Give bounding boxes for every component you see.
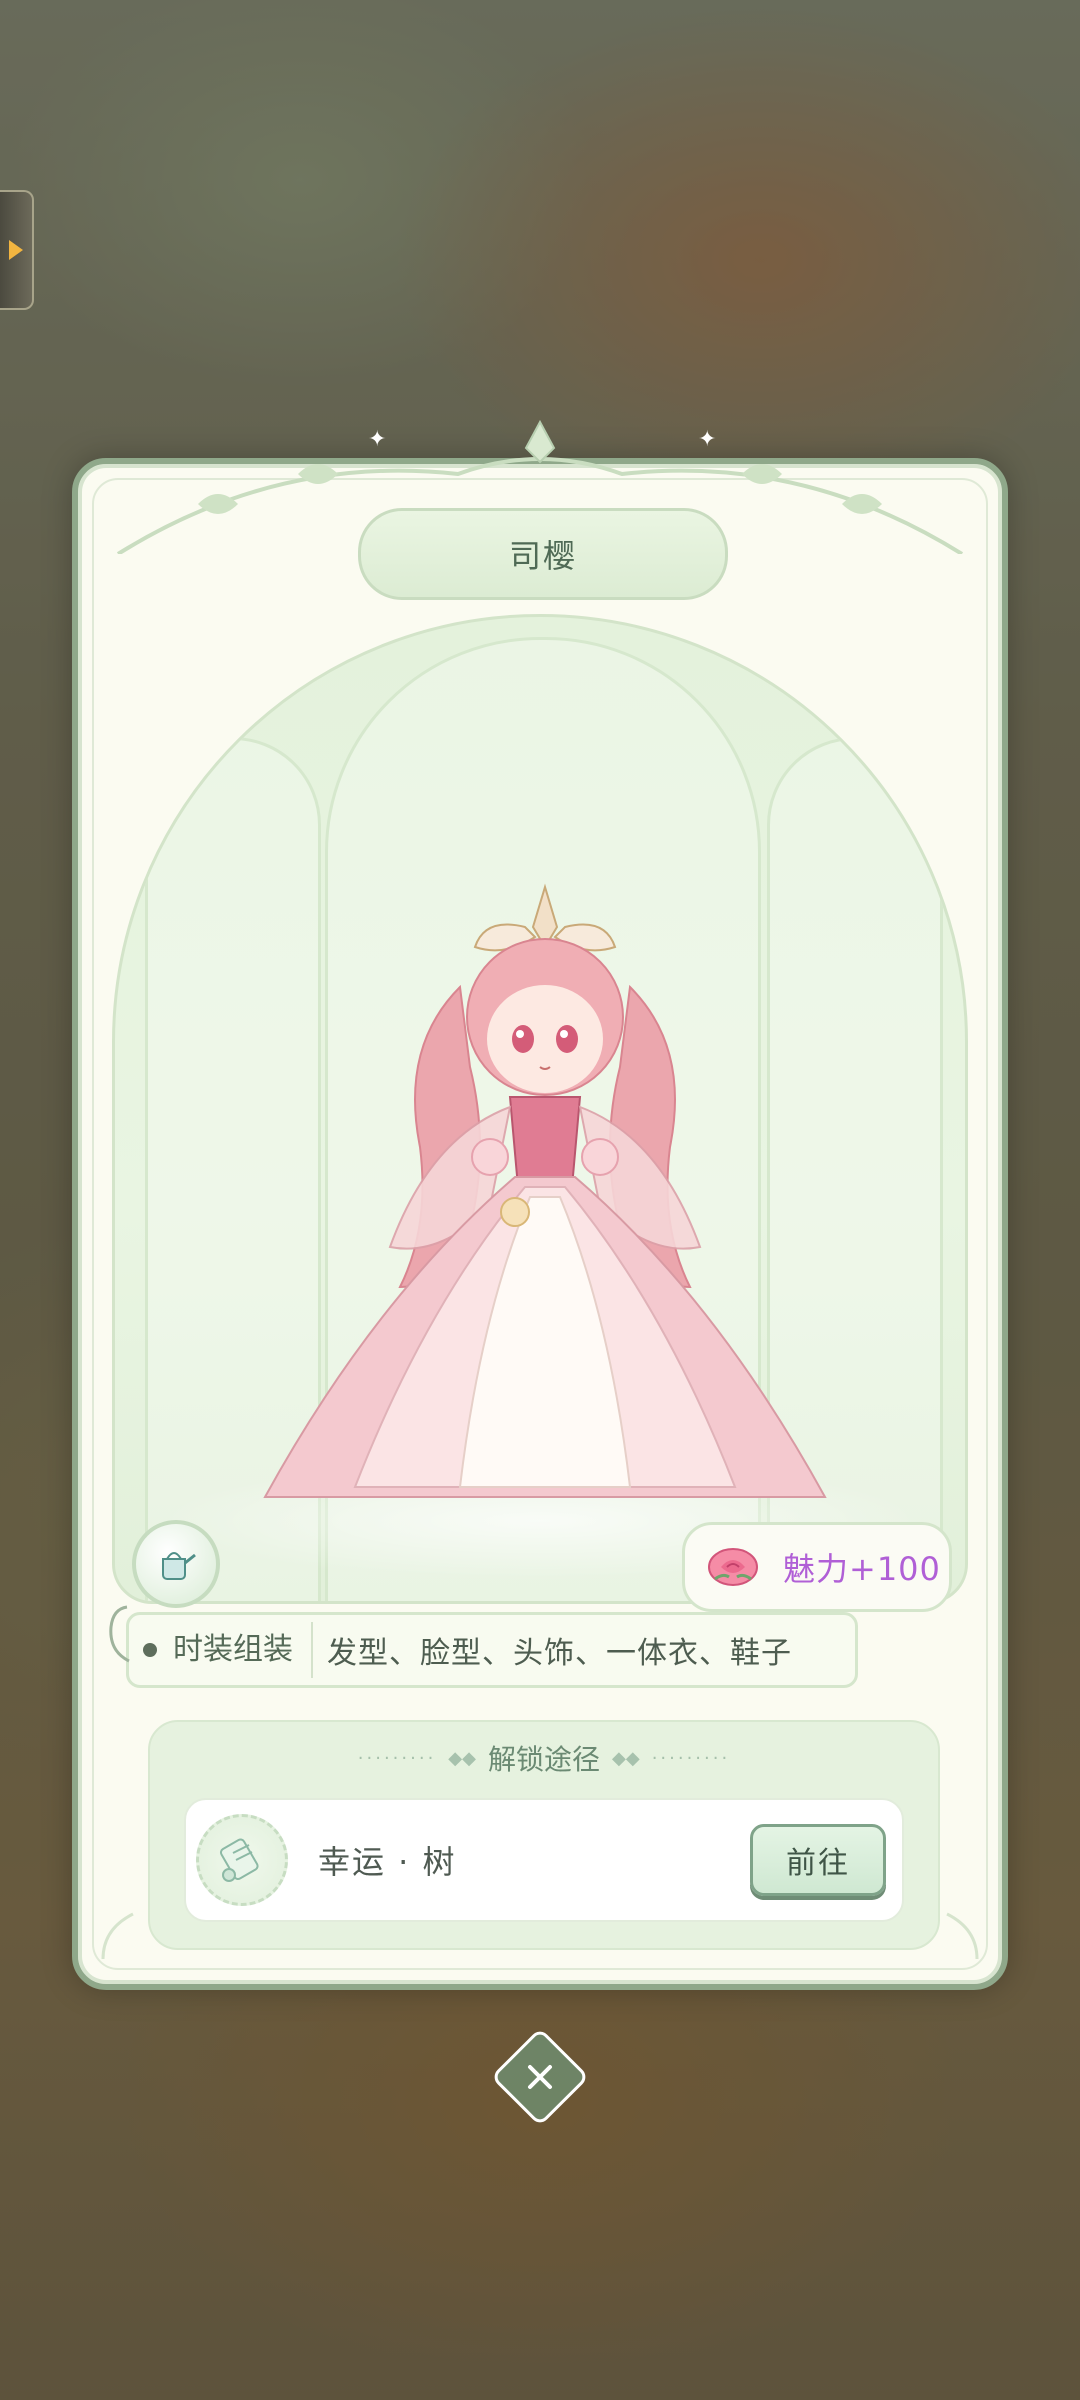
close-icon [528, 2065, 552, 2089]
diamond-icon-left: ◆◆ [448, 1747, 476, 1769]
corner-ornament-left [101, 1912, 134, 1960]
character-display-arch [112, 614, 968, 1604]
play-arrow-icon [9, 240, 23, 260]
side-expand-tab[interactable] [0, 190, 34, 310]
collection-badge[interactable] [132, 1520, 220, 1608]
outfit-title: 司樱 [508, 537, 577, 575]
unlock-heading-text: 解锁途径 [487, 1743, 600, 1776]
outfit-parts-bar: 时装组装 发型、脸型、头饰、一体衣、鞋子 [109, 1605, 858, 1688]
outfit-detail-card: ✦ ✦ 司樱 魅力+100 时装组装 发型、脸型、头饰、一体衣、鞋子 ·····… [72, 419, 1008, 1990]
unlock-panel: ········· ◆◆ 解锁途径 ◆◆ ········· 幸运 · 树 前往 [148, 1720, 940, 1950]
unlock-source-row: 幸运 · 树 前往 [184, 1798, 904, 1922]
goto-button[interactable]: 前往 [750, 1824, 886, 1896]
title-plate: 司樱 [358, 508, 728, 600]
hook-icon [109, 1605, 130, 1663]
scroll-icon-frame [196, 1814, 288, 1906]
charm-badge: 魅力+100 [682, 1522, 952, 1612]
parts-label: 时装组装 [173, 1622, 313, 1678]
diamond-icon-right: ◆◆ [612, 1747, 640, 1769]
scroll-icon [219, 1838, 259, 1882]
character-illustration [263, 883, 827, 1498]
unlock-source-name: 幸运 · 树 [318, 1843, 457, 1881]
charm-value: 魅力+100 [783, 1550, 941, 1588]
rose-icon [708, 1548, 758, 1586]
watering-can-icon [162, 1552, 196, 1580]
heading-dots-right: ········· [651, 1747, 731, 1769]
bullet-dot [143, 1643, 157, 1657]
unlock-heading: ········· ◆◆ 解锁途径 ◆◆ ········· [150, 1738, 938, 1778]
heading-dots-left: ········· [357, 1747, 437, 1769]
parts-list: 发型、脸型、头饰、一体衣、鞋子 [327, 1636, 792, 1671]
corner-ornament-right [946, 1912, 979, 1960]
